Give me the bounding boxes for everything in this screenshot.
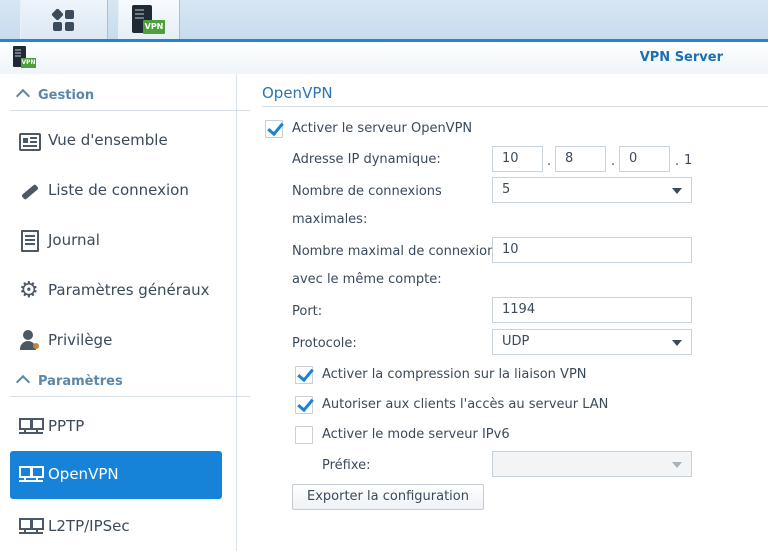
enable-openvpn-label: Activer le serveur OpenVPN (292, 121, 473, 136)
ipv6-label: Activer le mode serveur IPv6 (322, 427, 510, 442)
enable-openvpn-checkbox[interactable] (265, 120, 283, 138)
section-label: Paramètres (38, 374, 123, 389)
sidebar-item-label: Liste de connexion (48, 181, 189, 199)
app-icon-badge: VPN (21, 58, 36, 68)
sidebar-item-label: Vue d'ensemble (48, 131, 168, 149)
taskbar: VPN (0, 0, 768, 42)
max-same-account-label-2: avec le même compte: (292, 272, 442, 287)
prefix-select[interactable] (492, 451, 692, 477)
vpn-badge: VPN (143, 20, 165, 34)
sidebar-item-l2tp-ipsec[interactable]: L2TP/IPSec (10, 503, 222, 551)
prefix-label: Préfixe: (322, 458, 371, 473)
lan-access-label: Autoriser aux clients l'accès au serveur… (322, 397, 609, 412)
network-icon (19, 464, 44, 486)
ip-octet-2-input[interactable]: 8 (555, 146, 606, 172)
ip-separator: . (547, 154, 552, 169)
selected-value: UDP (502, 334, 530, 349)
divider (262, 106, 768, 107)
sidebar-item-general-settings[interactable]: ⚙ Paramètres généraux (10, 267, 222, 315)
sidebar-item-label: Privilège (48, 331, 113, 349)
max-same-account-label: Nombre maximal de connexions (292, 244, 503, 259)
user-key-icon (19, 330, 41, 352)
sidebar-item-label: Paramètres généraux (48, 281, 210, 299)
window-title: VPN Server (639, 50, 723, 65)
ip-octet-3-input[interactable]: 0 (619, 146, 670, 172)
plug-icon (19, 180, 41, 202)
main-menu-button[interactable] (20, 0, 108, 39)
sidebar-item-openvpn[interactable]: OpenVPN (10, 451, 222, 499)
export-configuration-button[interactable]: Exporter la configuration (292, 484, 484, 510)
main-panel: OpenVPN Activer le serveur OpenVPN Adres… (237, 74, 768, 551)
taskbar-vpn-server-button[interactable]: VPN (118, 0, 180, 39)
grid-icon (51, 8, 75, 32)
sidebar-item-label: L2TP/IPSec (48, 517, 130, 535)
vpn-server-icon: VPN (132, 5, 166, 35)
ipv6-checkbox[interactable] (295, 426, 313, 444)
max-connections-select[interactable]: 5 (492, 177, 692, 203)
sidebar-item-label: PPTP (48, 417, 85, 435)
network-icon (19, 516, 44, 538)
max-same-account-input[interactable]: 10 (492, 237, 692, 263)
gear-icon: ⚙ (19, 278, 39, 303)
ip-octet-1-input[interactable]: 10 (492, 146, 543, 172)
overview-icon (19, 133, 41, 151)
sidebar-item-privilege[interactable]: Privilège (10, 317, 222, 365)
sidebar: Gestion Vue d'ensemble Liste de connexio… (0, 74, 250, 551)
ip-separator: . (611, 154, 616, 169)
dynamic-ip-label: Adresse IP dynamique: (292, 152, 441, 167)
sidebar-item-connection-list[interactable]: Liste de connexion (10, 167, 222, 215)
chevron-down-icon (672, 340, 682, 346)
sidebar-item-overview[interactable]: Vue d'ensemble (10, 117, 222, 165)
sidebar-item-label: Journal (48, 231, 100, 249)
max-connections-label: Nombre de connexions (292, 184, 442, 199)
network-icon (19, 416, 44, 438)
vpn-server-icon: VPN (13, 46, 37, 70)
chevron-up-icon (15, 374, 31, 390)
sidebar-item-label: OpenVPN (48, 465, 119, 483)
page-title: OpenVPN (262, 84, 333, 102)
divider (10, 110, 250, 111)
ip-separator: . (675, 154, 680, 169)
divider (10, 396, 250, 397)
port-input[interactable]: 1194 (492, 297, 692, 323)
port-label: Port: (292, 304, 323, 319)
journal-icon (21, 230, 39, 252)
lan-access-checkbox[interactable] (295, 396, 313, 414)
compression-label: Activer la compression sur la liaison VP… (322, 367, 587, 382)
protocol-select[interactable]: UDP (492, 329, 692, 355)
protocol-label: Protocole: (292, 336, 357, 351)
sidebar-item-pptp[interactable]: PPTP (10, 403, 222, 451)
chevron-down-icon (672, 462, 682, 468)
chevron-down-icon (672, 188, 682, 194)
window-titlebar: VPN VPN Server (0, 42, 768, 74)
sidebar-item-journal[interactable]: Journal (10, 217, 222, 265)
ip-last-octet: 1 (684, 153, 693, 168)
selected-value: 5 (502, 182, 511, 197)
max-connections-label-2: maximales: (292, 212, 368, 227)
compression-checkbox[interactable] (295, 366, 313, 384)
chevron-up-icon (15, 88, 31, 104)
section-label: Gestion (38, 88, 95, 103)
